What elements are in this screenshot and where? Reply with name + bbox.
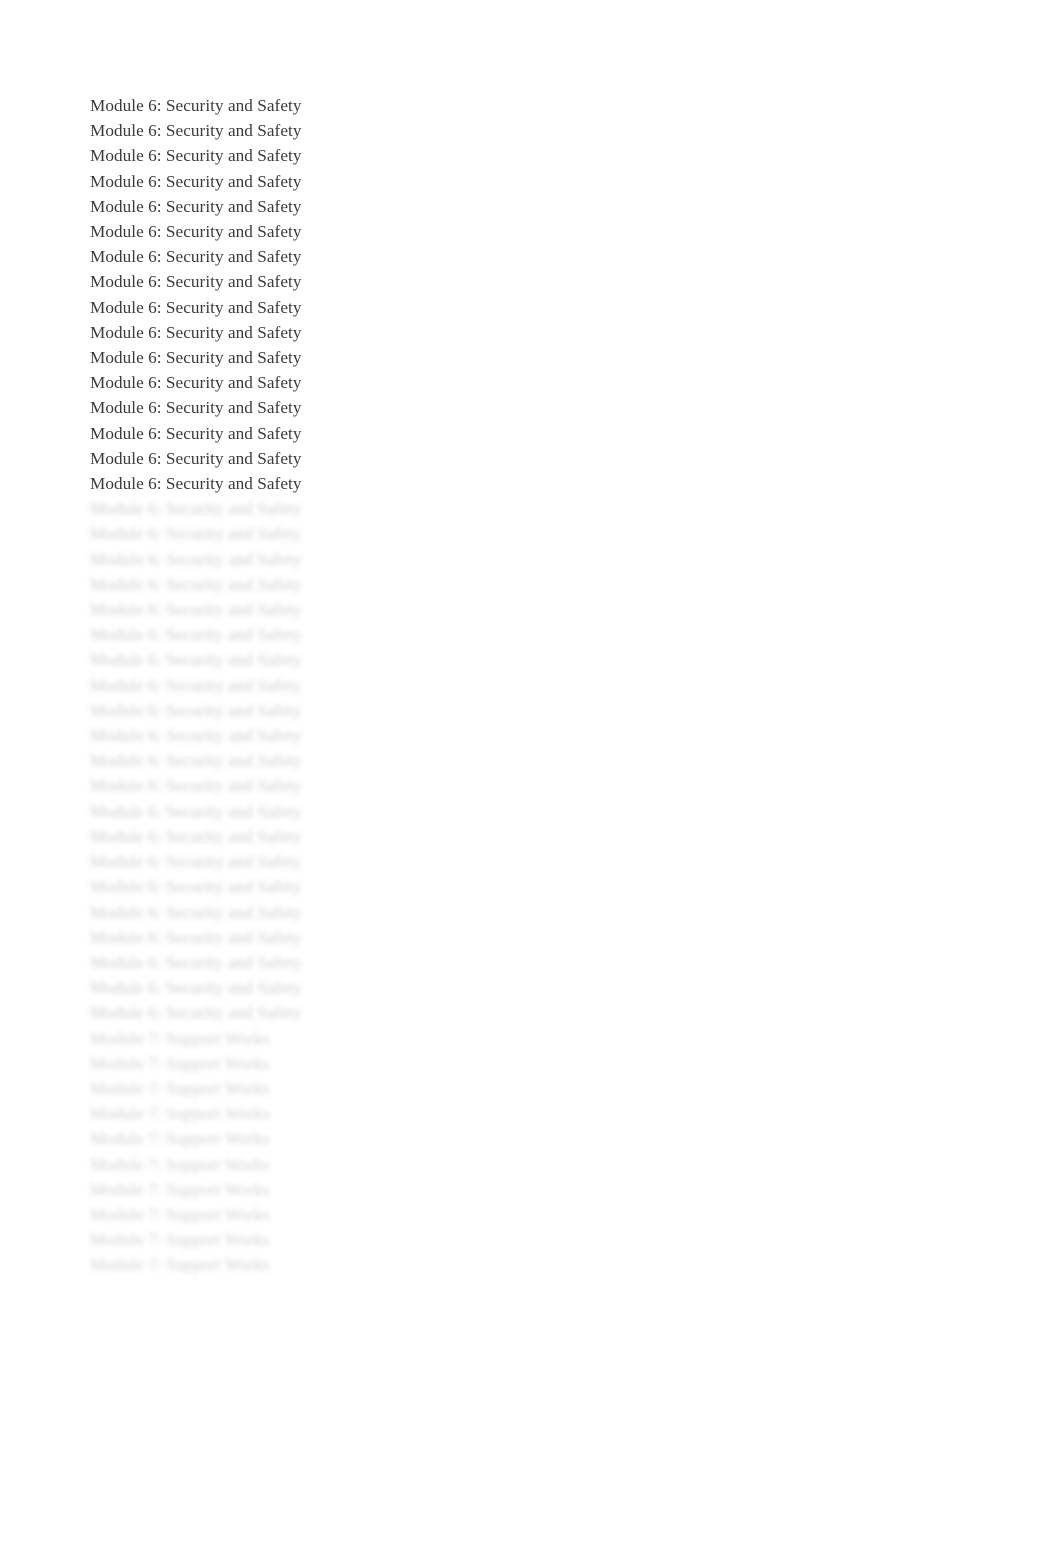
document-text-block: Module 6: Security and Safety Module 6: … — [90, 93, 650, 1278]
document-line: Module 6: Security and Safety — [90, 373, 302, 393]
document-line-blurred-short: Module 7: Support Works — [90, 1204, 270, 1224]
document-line-blurred: Module 6: Security and Safety — [90, 574, 302, 594]
document-line: Module 6: Security and Safety — [90, 247, 302, 267]
document-line-blurred: Module 6: Security and Safety — [90, 902, 302, 922]
blurred-short-line-group: Module 7: Support Works Module 7: Suppor… — [90, 1026, 650, 1278]
document-line-blurred-short: Module 7: Support Works — [90, 1179, 270, 1199]
document-line-blurred-short: Module 7: Support Works — [90, 1230, 270, 1250]
document-line-blurred: Module 6: Security and Safety — [90, 499, 302, 519]
document-line: Module 6: Security and Safety — [90, 448, 302, 468]
document-line: Module 6: Security and Safety — [90, 171, 302, 191]
document-line-blurred: Module 6: Security and Safety — [90, 625, 302, 645]
document-line: Module 6: Security and Safety — [90, 322, 302, 342]
document-line-blurred-short: Module 7: Support Works — [90, 1028, 270, 1048]
document-line: Module 6: Security and Safety — [90, 474, 302, 494]
document-line-blurred: Module 6: Security and Safety — [90, 700, 302, 720]
document-line-blurred: Module 6: Security and Safety — [90, 650, 302, 670]
document-line: Module 6: Security and Safety — [90, 272, 302, 292]
document-line-blurred: Module 6: Security and Safety — [90, 726, 302, 746]
document-line-blurred: Module 6: Security and Safety — [90, 877, 302, 897]
document-line: Module 6: Security and Safety — [90, 196, 302, 216]
document-line-blurred: Module 6: Security and Safety — [90, 852, 302, 872]
document-line-blurred: Module 6: Security and Safety — [90, 549, 302, 569]
document-line-blurred: Module 6: Security and Safety — [90, 675, 302, 695]
document-line: Module 6: Security and Safety — [90, 348, 302, 368]
document-line-blurred-short: Module 7: Support Works — [90, 1053, 270, 1073]
document-line-blurred: Module 6: Security and Safety — [90, 978, 302, 998]
document-line-blurred: Module 6: Security and Safety — [90, 927, 302, 947]
document-line-blurred-short: Module 7: Support Works — [90, 1154, 270, 1174]
document-line: Module 6: Security and Safety — [90, 222, 302, 242]
sharp-line-group: Module 6: Security and Safety Module 6: … — [90, 93, 650, 496]
document-line-blurred: Module 6: Security and Safety — [90, 1003, 302, 1023]
document-line-blurred: Module 6: Security and Safety — [90, 524, 302, 544]
document-line: Module 6: Security and Safety — [90, 423, 302, 443]
document-line-blurred: Module 6: Security and Safety — [90, 600, 302, 620]
document-line-blurred: Module 6: Security and Safety — [90, 826, 302, 846]
document-line-blurred-short: Module 7: Support Works — [90, 1104, 270, 1124]
document-line-blurred: Module 6: Security and Safety — [90, 952, 302, 972]
document-line: Module 6: Security and Safety — [90, 146, 302, 166]
document-line: Module 6: Security and Safety — [90, 121, 302, 141]
document-line-blurred-short: Module 7: Support Works — [90, 1129, 270, 1149]
document-page: Module 6: Security and Safety Module 6: … — [0, 0, 1062, 1561]
document-line: Module 6: Security and Safety — [90, 297, 302, 317]
document-line-blurred: Module 6: Security and Safety — [90, 801, 302, 821]
blurred-line-group: Module 6: Security and Safety Module 6: … — [90, 496, 650, 1025]
document-line-blurred-short: Module 7: Support Works — [90, 1078, 270, 1098]
document-line: Module 6: Security and Safety — [90, 398, 302, 418]
document-line-blurred: Module 6: Security and Safety — [90, 751, 302, 771]
document-line-blurred-short: Module 7: Support Works — [90, 1255, 270, 1275]
document-line-blurred: Module 6: Security and Safety — [90, 776, 302, 796]
document-line: Module 6: Security and Safety — [90, 96, 302, 115]
